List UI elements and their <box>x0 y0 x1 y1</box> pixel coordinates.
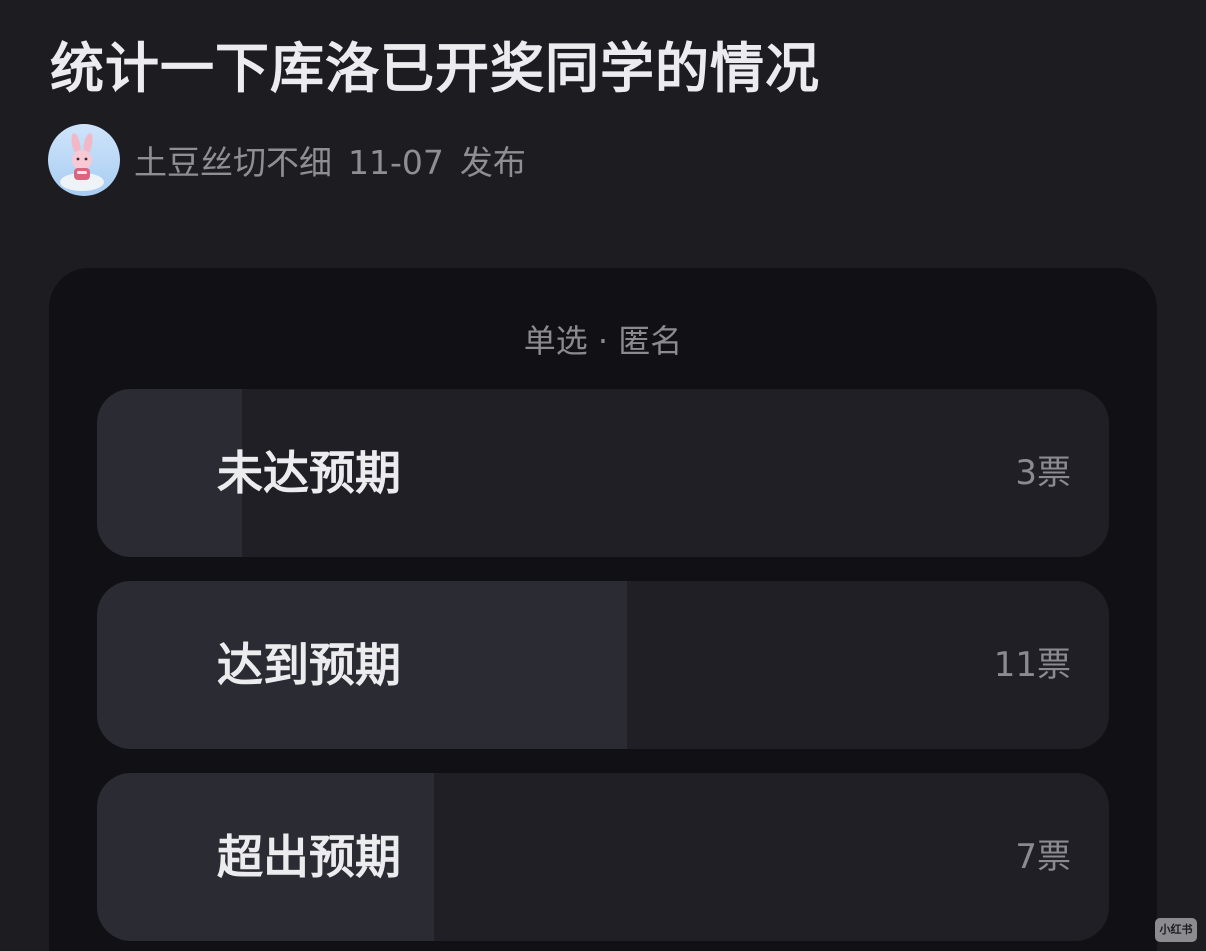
avatar[interactable] <box>48 124 120 196</box>
poll-option-label: 未达预期 <box>217 446 401 500</box>
author-name[interactable]: 土豆丝切不细 <box>134 143 332 182</box>
poll-option-meet[interactable]: 达到预期 11票 <box>97 581 1109 749</box>
poll-option-exceed[interactable]: 超出预期 7票 <box>97 773 1109 941</box>
post-action: 发布 <box>459 143 526 182</box>
poll-option-votes: 11票 <box>993 645 1071 685</box>
post-meta: 土豆丝切不细 11-07 发布 <box>134 136 526 184</box>
poll-option-label: 超出预期 <box>217 830 401 884</box>
poll-option-votes: 7票 <box>1015 837 1071 877</box>
poll-option-label: 达到预期 <box>217 638 401 692</box>
author-row: 土豆丝切不细 11-07 发布 <box>48 124 526 196</box>
post-page: 统计一下库洛已开奖同学的情况 土豆丝切不细 11-07 发布 单选 · 匿名 未… <box>0 0 1206 951</box>
watermark-logo: 小红书 <box>1155 918 1197 942</box>
poll-type-label: 单选 · 匿名 <box>523 322 683 360</box>
post-title: 统计一下库洛已开奖同学的情况 <box>50 37 820 100</box>
bunny-avatar-icon <box>48 124 120 196</box>
post-date: 11-07 <box>348 143 444 182</box>
poll-option-not-meet[interactable]: 未达预期 3票 <box>97 389 1109 557</box>
poll-option-votes: 3票 <box>1015 453 1071 493</box>
